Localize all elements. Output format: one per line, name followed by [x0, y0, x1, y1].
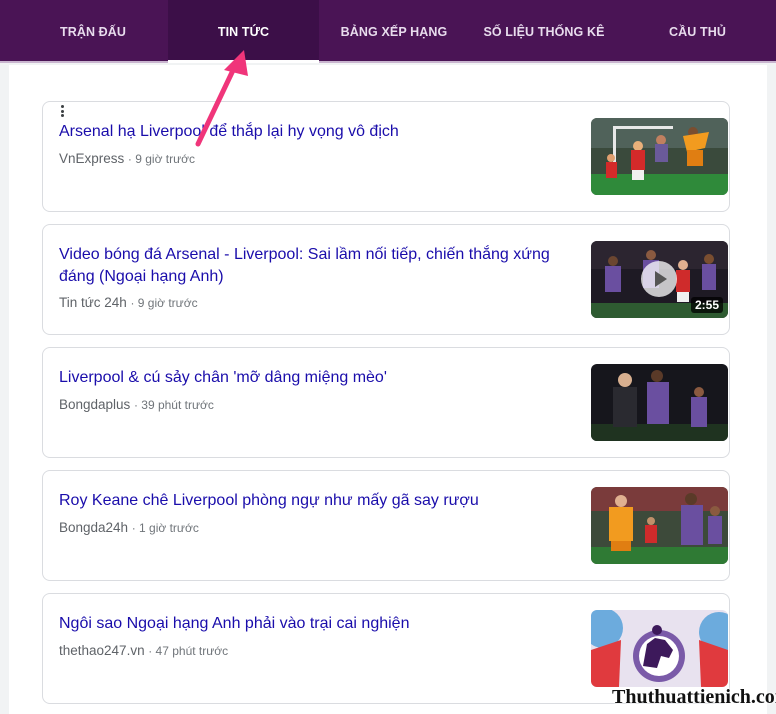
news-time: 9 giờ trước — [135, 152, 196, 166]
news-meta: Tin tức 24h · 9 giờ trước — [59, 295, 198, 310]
tab-standings[interactable]: BẢNG XẾP HẠNG — [319, 0, 469, 63]
play-icon[interactable] — [641, 261, 677, 297]
tab-matches[interactable]: TRẬN ĐẤU — [0, 0, 186, 63]
news-meta: VnExpress · 9 giờ trước — [59, 151, 195, 166]
news-title-link[interactable]: Arsenal hạ Liverpool để thắp lại hy vọng… — [59, 121, 559, 143]
news-title-link[interactable]: Video bóng đá Arsenal - Liverpool: Sai l… — [59, 244, 559, 288]
tab-news[interactable]: TIN TỨC — [168, 0, 319, 63]
liverpool-players-photo[interactable] — [591, 364, 728, 441]
premier-league-logo[interactable] — [591, 610, 728, 687]
tab-statistics[interactable]: SỐ LIỆU THỐNG KÊ — [469, 0, 619, 63]
news-source: Bongda24h — [59, 520, 129, 535]
tab-players[interactable]: CẦU THỦ — [619, 0, 776, 63]
news-separator: · — [131, 521, 140, 535]
news-title-link[interactable]: Ngôi sao Ngoại hạng Anh phải vào trại ca… — [59, 613, 559, 635]
news-time: 47 phút trước — [155, 644, 229, 658]
raya-penalty-photo[interactable] — [591, 487, 728, 564]
news-source: Bongdaplus — [59, 397, 131, 412]
news-source: VnExpress — [59, 151, 125, 166]
news-source: Tin tức 24h — [59, 295, 127, 310]
news-time: 1 giờ trước — [139, 521, 199, 535]
news-card[interactable]: Video bóng đá Arsenal - Liverpool: Sai l… — [42, 224, 730, 335]
news-card[interactable]: Roy Keane chê Liverpool phòng ngự như mấ… — [42, 470, 730, 581]
news-meta: Bongda24h · 1 giờ trước — [59, 520, 199, 535]
news-time: 39 phút trước — [141, 398, 214, 412]
news-card[interactable]: Liverpool & cú sảy chân 'mỡ dâng miệng m… — [42, 347, 730, 458]
watermark-text: Thuthuattienich.com — [612, 686, 776, 708]
news-source: thethao247.vn — [59, 643, 145, 658]
news-title-link[interactable]: Liverpool & cú sảy chân 'mỡ dâng miệng m… — [59, 367, 559, 389]
arsenal-goalkeeper-photo[interactable] — [591, 118, 728, 195]
more-options-icon[interactable] — [57, 105, 67, 119]
news-separator: · — [130, 296, 138, 310]
news-meta: Bongdaplus · 39 phút trước — [59, 397, 214, 412]
news-time: 9 giờ trước — [137, 296, 198, 310]
sports-tab-bar: TRẬN ĐẤU TIN TỨC BẢNG XẾP HẠNG SỐ LIỆU T… — [0, 0, 776, 63]
match-video-photo[interactable]: 2:55 — [591, 241, 728, 318]
news-card[interactable]: Arsenal hạ Liverpool để thắp lại hy vọng… — [42, 101, 730, 212]
video-duration: 2:55 — [690, 297, 723, 313]
news-separator: · — [148, 644, 156, 658]
news-meta: thethao247.vn · 47 phút trước — [59, 643, 228, 658]
news-title-link[interactable]: Roy Keane chê Liverpool phòng ngự như mấ… — [59, 490, 559, 512]
